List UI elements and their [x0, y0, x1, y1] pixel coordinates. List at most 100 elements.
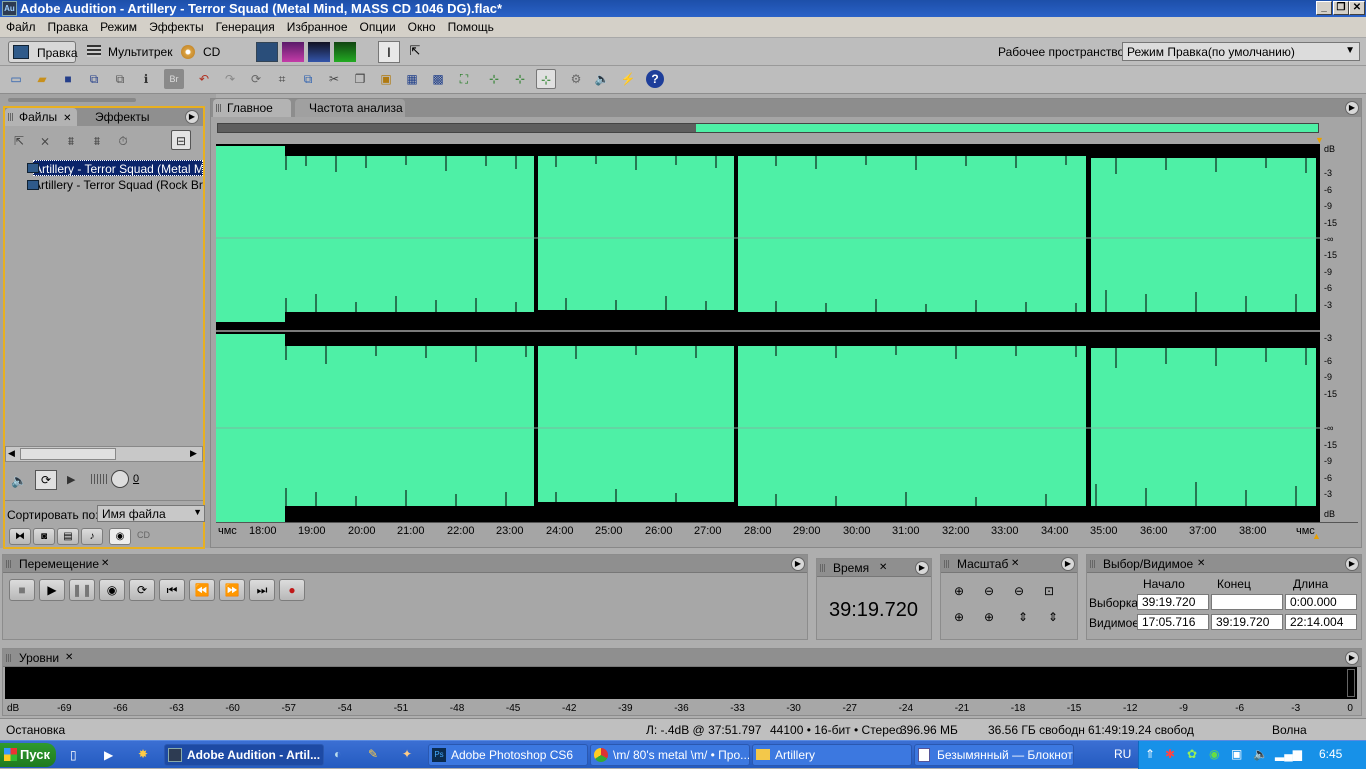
pause-button[interactable]: ❚❚ — [69, 579, 95, 601]
task-notepad[interactable]: Безымянный — Блокнот — [914, 744, 1074, 766]
menu-options[interactable]: Опции — [354, 17, 402, 34]
tray-antivirus-icon[interactable]: ✱ — [1165, 747, 1175, 761]
sort-select[interactable]: Имя файла ▼ — [97, 505, 205, 522]
menu-edit[interactable]: Правка — [42, 17, 95, 34]
filter-loop-icon[interactable]: ◙ — [33, 528, 55, 545]
insert-into-multitrack-icon[interactable]: ⩩ — [61, 131, 81, 151]
start-button[interactable]: Пуск — [0, 743, 56, 767]
filter-video-icon[interactable]: ▤ — [57, 528, 79, 545]
waveform-display[interactable] — [216, 144, 1320, 522]
task-photoshop[interactable]: Ps Adobe Photoshop CS6 — [428, 744, 588, 766]
stop-button[interactable]: ■ — [9, 579, 35, 601]
scroll-thumb[interactable] — [20, 448, 116, 460]
zoom-out-full-icon[interactable]: ⊖ — [1009, 581, 1029, 601]
task-chrome[interactable]: \m/ 80's metal \m/ • Про... — [590, 744, 750, 766]
quicklaunch-icon[interactable]: ✦ — [402, 747, 412, 761]
close-icon[interactable]: ✕ — [1197, 558, 1205, 569]
tray-signal-icon[interactable]: ▂▄▆ — [1275, 747, 1302, 761]
tab-effects[interactable]: Эффекты — [81, 108, 161, 126]
cut-icon[interactable]: ✂ — [324, 69, 344, 89]
phase-view-icon[interactable] — [334, 42, 356, 62]
cue-icon[interactable]: ⛶ — [454, 69, 474, 89]
snap-zero-icon[interactable]: ⊹ — [536, 69, 556, 89]
spectral-icon[interactable]: ⚡ — [618, 69, 638, 89]
panel-menu-icon[interactable]: ▶ — [1345, 101, 1359, 115]
close-icon[interactable]: ✕ — [1011, 558, 1019, 569]
marquee-tool-icon[interactable]: ⇱ — [404, 41, 426, 63]
pan-view-icon[interactable] — [308, 42, 330, 62]
play-file-icon[interactable]: ▶ — [67, 473, 75, 486]
menu-window[interactable]: Окно — [402, 17, 442, 34]
play-to-end-button[interactable]: ◉ — [99, 579, 125, 601]
restore-button[interactable]: ❐ — [1333, 1, 1349, 15]
edit-mode-button[interactable]: Правка — [8, 41, 78, 63]
insert-into-cd-icon[interactable]: ⩩ — [87, 131, 107, 151]
bridge-icon[interactable]: Br — [164, 69, 184, 89]
tray-device-icon[interactable]: ▣ — [1231, 747, 1242, 761]
tab-main[interactable]: Главное — [213, 99, 291, 117]
loop-play-button[interactable]: ⟳ — [129, 579, 155, 601]
multitrack-mode-button[interactable]: Мультитрек — [84, 41, 172, 63]
tab-files[interactable]: Файлы ✕ — [5, 108, 77, 126]
redo-icon[interactable]: ↷ — [220, 69, 240, 89]
panel-menu-icon[interactable]: ▶ — [1345, 557, 1359, 571]
waveform-view-icon[interactable] — [256, 42, 278, 62]
task-folder[interactable]: Artillery — [752, 744, 912, 766]
zoom-right-edge-icon[interactable]: ⊕ — [979, 607, 999, 627]
play-button[interactable]: ▶ — [39, 579, 65, 601]
close-icon[interactable]: ✕ — [879, 562, 887, 573]
import-file-icon[interactable]: ⇱ — [9, 131, 29, 151]
panel-drag-handle[interactable] — [8, 98, 136, 102]
language-indicator[interactable]: RU — [1114, 747, 1131, 761]
fast-forward-button[interactable]: ⏩ — [219, 579, 245, 601]
filter-show-icon[interactable]: ◉ — [109, 528, 131, 545]
panel-menu-icon[interactable]: ▶ — [791, 557, 805, 571]
spectral-view-icon[interactable] — [282, 42, 304, 62]
zoom-in-vertical-icon[interactable]: ⇕ — [1013, 607, 1033, 627]
menu-generate[interactable]: Генерация — [210, 17, 281, 34]
clip-indicator[interactable] — [1347, 669, 1355, 697]
menu-mode[interactable]: Режим — [94, 17, 143, 34]
help-icon[interactable]: ? — [646, 70, 664, 88]
list-item[interactable]: Artillery - Terror Squad (Metal Mind — [33, 160, 203, 176]
mix-paste-icon[interactable]: ▩ — [428, 69, 448, 89]
rewind-button[interactable]: ⏪ — [189, 579, 215, 601]
zoom-out-horizontal-icon[interactable]: ⊖ — [979, 581, 999, 601]
menu-help[interactable]: Помощь — [442, 17, 500, 34]
cd-filter-icon[interactable]: CD — [137, 530, 150, 540]
list-item[interactable]: Artillery - Terror Squad (Rock Brig — [33, 177, 203, 193]
save-all-icon[interactable]: ⧉ — [110, 69, 130, 89]
tab-frequency-analysis[interactable]: Частота анализа — [295, 99, 405, 117]
paste-icon[interactable]: ▣ — [376, 69, 396, 89]
save-icon[interactable]: ■ — [58, 69, 78, 89]
time-ruler[interactable]: чмс 18:00 19:00 20:00 21:00 22:00 23:00 … — [216, 522, 1358, 541]
time-selection-tool-icon[interactable]: I — [378, 41, 400, 63]
media-player-icon[interactable]: ▶ — [104, 748, 113, 762]
view-length-field[interactable]: 22:14.004 — [1285, 614, 1357, 630]
save-as-icon[interactable]: ⧉ — [84, 69, 104, 89]
workspace-select[interactable]: Режим Правка(по умолчанию) ▼ — [1122, 42, 1360, 61]
open-file-icon[interactable]: ▰ — [32, 69, 52, 89]
task-audition[interactable]: Adobe Audition - Artil... — [164, 744, 324, 766]
autoplay-icon[interactable]: 🔈 — [11, 473, 27, 489]
quicklaunch-icon[interactable]: ✸ — [138, 747, 148, 761]
edit-file-icon[interactable]: ⏱ — [113, 131, 133, 151]
tray-torrent-icon[interactable]: ◉ — [1209, 747, 1219, 761]
scroll-left-icon[interactable]: ◀ — [8, 448, 15, 459]
quicklaunch-icon[interactable]: ✎ — [368, 747, 378, 761]
repeat-icon[interactable]: ⟳ — [246, 69, 266, 89]
crop-icon[interactable]: ⌗ — [272, 69, 292, 89]
close-icon[interactable]: ✕ — [101, 558, 109, 569]
show-options-icon[interactable]: ⊟ — [171, 130, 191, 150]
selection-end-field[interactable] — [1211, 594, 1283, 610]
zoom-out-vertical-icon[interactable]: ⇕ — [1043, 607, 1063, 627]
filter-audio-icon[interactable]: ⧓ — [9, 528, 31, 545]
volume-knob[interactable] — [111, 470, 129, 488]
copy-icon[interactable]: ❐ — [350, 69, 370, 89]
close-icon[interactable]: ✕ — [63, 113, 71, 124]
zoom-selection-icon[interactable]: ⊡ — [1039, 581, 1059, 601]
panel-menu-icon[interactable]: ▶ — [185, 110, 199, 124]
show-desktop-icon[interactable]: ▯ — [70, 748, 77, 762]
snap-ruler-icon[interactable]: ⊹ — [484, 69, 504, 89]
panel-menu-icon[interactable]: ▶ — [1345, 651, 1359, 665]
